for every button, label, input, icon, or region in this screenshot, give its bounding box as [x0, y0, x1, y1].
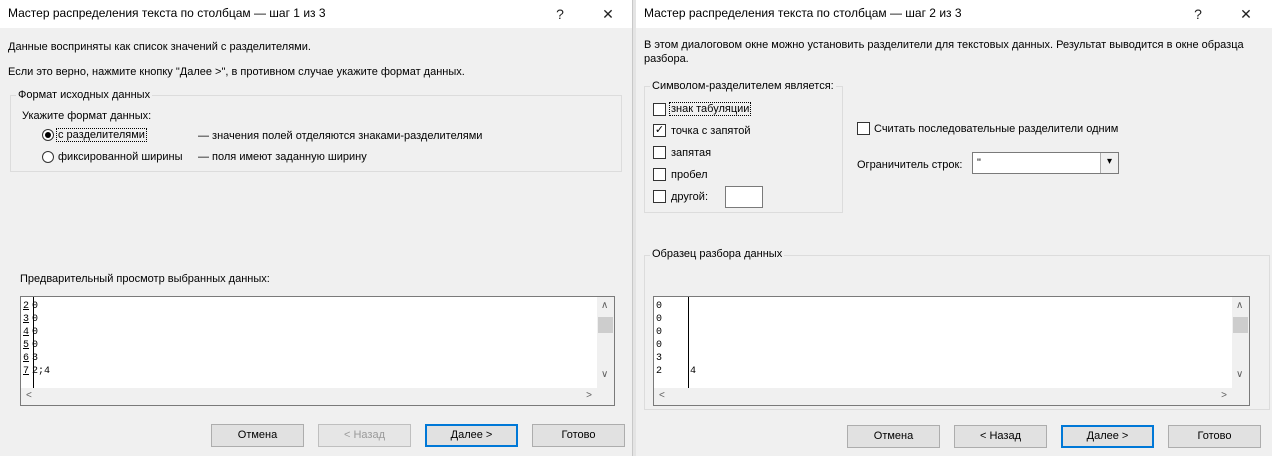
row-number: 2: [23, 301, 30, 312]
finish-button[interactable]: Готово: [532, 424, 625, 447]
close-icon[interactable]: ✕: [596, 4, 620, 24]
preview-cell: 0: [656, 327, 663, 338]
next-button[interactable]: Далее >: [1061, 425, 1154, 448]
preview-row: 50: [23, 339, 38, 352]
preview-cell: 0: [656, 301, 663, 312]
checkbox-space-label[interactable]: пробел: [671, 169, 708, 181]
scroll-thumb[interactable]: [598, 317, 613, 333]
radio-fixed-width-label[interactable]: фиксированной ширины: [58, 151, 183, 163]
row-number: 6: [23, 353, 30, 364]
title-bar: Мастер распределения текста по столбцам …: [636, 0, 1272, 28]
back-button[interactable]: < Назад: [318, 424, 411, 447]
data-preview-listbox[interactable]: 0 0 0 0 3 2 4 ∧ ∨ < >: [653, 296, 1250, 406]
radio-delimited-label[interactable]: с разделителями: [56, 128, 147, 142]
checkbox-consecutive-label[interactable]: Считать последовательные разделители одн…: [874, 123, 1118, 135]
preview-row: 30: [23, 313, 38, 326]
dialog-title: Мастер распределения текста по столбцам …: [8, 6, 326, 20]
info-line-1: В этом диалоговом окне можно установить …: [644, 39, 1244, 51]
info-line-2: Если это верно, нажмите кнопку "Далее >"…: [8, 66, 465, 78]
vertical-scrollbar[interactable]: ∧ ∨: [597, 297, 614, 405]
preview-label: Предварительный просмотр выбранных данны…: [20, 273, 270, 285]
dialog-title: Мастер распределения текста по столбцам …: [644, 6, 962, 20]
checkbox-other-box[interactable]: [653, 190, 666, 203]
checkbox-other-label[interactable]: другой:: [671, 191, 708, 203]
preview-row: 20: [23, 300, 38, 313]
title-bar: Мастер распределения текста по столбцам …: [0, 0, 632, 28]
scroll-down-icon[interactable]: ∨: [601, 369, 608, 380]
radio-delimited-circle[interactable]: [42, 129, 54, 141]
delimiters-group-title: Символом-разделителем является:: [650, 80, 836, 92]
next-button[interactable]: Далее >: [425, 424, 518, 447]
chevron-down-icon[interactable]: ▾: [1100, 153, 1118, 173]
radio-fixed-width-circle[interactable]: [42, 151, 54, 163]
checkbox-comma-label[interactable]: запятая: [671, 147, 711, 159]
qualifier-label: Ограничитель строк:: [857, 159, 963, 171]
preview-cell: 0: [656, 314, 663, 325]
preview-row: 40: [23, 326, 38, 339]
preview-cell: 2: [656, 366, 663, 377]
scroll-right-icon[interactable]: >: [1221, 390, 1227, 401]
preview-row: 63: [23, 352, 38, 365]
row-number: 5: [23, 340, 30, 351]
checkbox-tab-box[interactable]: [653, 103, 666, 116]
wizard-step1-dialog: Мастер распределения текста по столбцам …: [0, 0, 632, 456]
preview-listbox[interactable]: 20 30 40 50 63 7 2;4 ∧ ∨ < >: [20, 296, 615, 406]
info-line-1: Данные восприняты как список значений с …: [8, 41, 311, 53]
preview-cell: 4: [690, 366, 697, 377]
format-group-title: Формат исходных данных: [16, 89, 153, 101]
help-icon[interactable]: ?: [1186, 4, 1210, 24]
checkbox-semicolon-label[interactable]: точка с запятой: [671, 125, 751, 137]
scroll-up-icon[interactable]: ∧: [601, 300, 608, 311]
qualifier-select[interactable]: " ▾: [972, 152, 1119, 174]
checkbox-tab-label[interactable]: знак табуляции: [669, 102, 752, 116]
cancel-button[interactable]: Отмена: [847, 425, 940, 448]
preview-group-title: Образец разбора данных: [650, 248, 785, 260]
scroll-right-icon[interactable]: >: [586, 390, 592, 401]
finish-button[interactable]: Готово: [1168, 425, 1261, 448]
scroll-left-icon[interactable]: <: [659, 390, 665, 401]
radio-delimited-description: — значения полей отделяются знаками-разд…: [198, 130, 483, 142]
format-prompt: Укажите формат данных:: [22, 110, 152, 122]
back-button[interactable]: < Назад: [954, 425, 1047, 448]
check-mark-icon: ✓: [654, 124, 665, 136]
qualifier-value: ": [977, 157, 981, 169]
cancel-button[interactable]: Отмена: [211, 424, 304, 447]
info-line-2: разбора.: [644, 53, 689, 65]
checkbox-semicolon-box[interactable]: ✓: [653, 124, 666, 137]
other-delimiter-input[interactable]: [725, 186, 763, 208]
checkbox-comma-box[interactable]: [653, 146, 666, 159]
row-text: 2;4: [32, 366, 51, 377]
scroll-down-icon[interactable]: ∨: [1236, 369, 1243, 380]
scroll-left-icon[interactable]: <: [26, 390, 32, 401]
horizontal-scrollbar[interactable]: < >: [21, 388, 597, 405]
vertical-scrollbar[interactable]: ∧ ∨: [1232, 297, 1249, 405]
scroll-thumb[interactable]: [1233, 317, 1248, 333]
row-number: 3: [23, 314, 30, 325]
row-number: 4: [23, 327, 30, 338]
checkbox-space-box[interactable]: [653, 168, 666, 181]
checkbox-consecutive-box[interactable]: [857, 122, 870, 135]
row-number: 7: [23, 366, 30, 377]
preview-row: 7 2;4: [23, 365, 50, 378]
close-icon[interactable]: ✕: [1234, 4, 1258, 24]
preview-cell: 0: [656, 340, 663, 351]
help-icon[interactable]: ?: [548, 4, 572, 24]
wizard-step2-dialog: Мастер распределения текста по столбцам …: [636, 0, 1272, 456]
scroll-up-icon[interactable]: ∧: [1236, 300, 1243, 311]
horizontal-scrollbar[interactable]: < >: [654, 388, 1232, 405]
preview-cell: 3: [656, 353, 663, 364]
radio-fixed-width-description: — поля имеют заданную ширину: [198, 151, 367, 163]
